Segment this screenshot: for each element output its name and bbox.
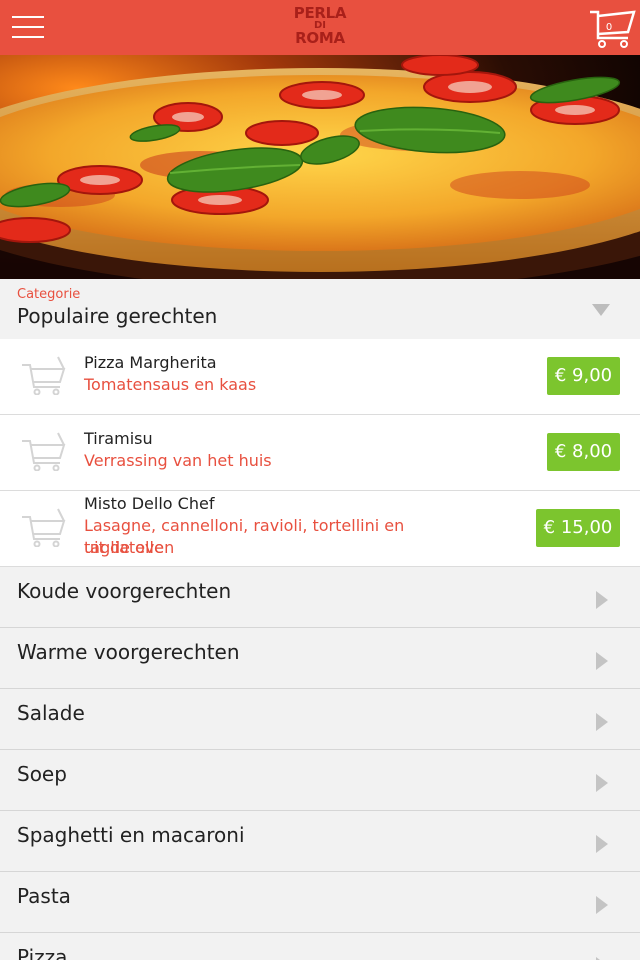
chevron-right-icon bbox=[596, 591, 608, 609]
category-row[interactable]: Warme voorgerechten bbox=[0, 628, 640, 689]
category-row[interactable]: Pizza bbox=[0, 933, 640, 960]
cart-count-badge: 0 bbox=[605, 22, 613, 33]
add-to-cart-price-button[interactable]: € 9,00 bbox=[547, 357, 620, 395]
logo-line-3: ROMA bbox=[295, 29, 345, 47]
category-row-label: Spaghetti en macaroni bbox=[17, 823, 245, 847]
category-row[interactable]: Koude voorgerechten bbox=[0, 567, 640, 628]
category-row-label: Pizza bbox=[17, 945, 68, 960]
category-dropdown[interactable]: Categorie Populaire gerechten bbox=[0, 279, 640, 339]
menu-item[interactable]: Tiramisu Verrassing van het huis € 8,00 bbox=[0, 415, 640, 491]
hamburger-menu-icon[interactable] bbox=[12, 14, 44, 40]
category-row[interactable]: Salade bbox=[0, 689, 640, 750]
cart-button[interactable]: 0 bbox=[590, 8, 636, 48]
chevron-right-icon bbox=[596, 896, 608, 914]
hero-pizza-image bbox=[0, 55, 640, 279]
chevron-down-icon bbox=[592, 304, 610, 316]
category-label: Categorie bbox=[17, 287, 81, 302]
logo-line-1: PERLA bbox=[293, 4, 347, 22]
menu-item[interactable]: Pizza Margherita Tomatensaus en kaas € 9… bbox=[0, 339, 640, 415]
logo: PERLA DI ROMA bbox=[282, 6, 358, 46]
category-row[interactable]: Pasta bbox=[0, 872, 640, 933]
chevron-right-icon bbox=[596, 835, 608, 853]
item-name: Pizza Margherita bbox=[84, 353, 217, 372]
chevron-right-icon bbox=[596, 774, 608, 792]
item-description: Verrassing van het huis bbox=[84, 451, 272, 470]
category-row-label: Salade bbox=[17, 701, 85, 725]
cart-icon bbox=[22, 356, 66, 395]
category-row[interactable]: Soep bbox=[0, 750, 640, 811]
add-to-cart-price-button[interactable]: € 15,00 bbox=[536, 509, 620, 547]
cart-icon bbox=[22, 508, 66, 547]
item-description-line-2: uit de oven bbox=[84, 538, 175, 557]
category-row-label: Pasta bbox=[17, 884, 71, 908]
menu-item[interactable]: Misto Dello Chef Lasagne, cannelloni, ra… bbox=[0, 491, 640, 567]
item-name: Tiramisu bbox=[84, 429, 153, 448]
cart-icon bbox=[22, 432, 66, 471]
category-row-label: Koude voorgerechten bbox=[17, 579, 232, 603]
category-row[interactable]: Spaghetti en macaroni bbox=[0, 811, 640, 872]
category-row-label: Warme voorgerechten bbox=[17, 640, 240, 664]
item-description: Tomatensaus en kaas bbox=[84, 375, 257, 394]
item-name: Misto Dello Chef bbox=[84, 494, 215, 513]
top-bar: PERLA DI ROMA 0 bbox=[0, 0, 640, 55]
category-row-label: Soep bbox=[17, 762, 67, 786]
add-to-cart-price-button[interactable]: € 8,00 bbox=[547, 433, 620, 471]
category-selected-value: Populaire gerechten bbox=[17, 304, 218, 328]
chevron-right-icon bbox=[596, 713, 608, 731]
chevron-right-icon bbox=[596, 652, 608, 670]
